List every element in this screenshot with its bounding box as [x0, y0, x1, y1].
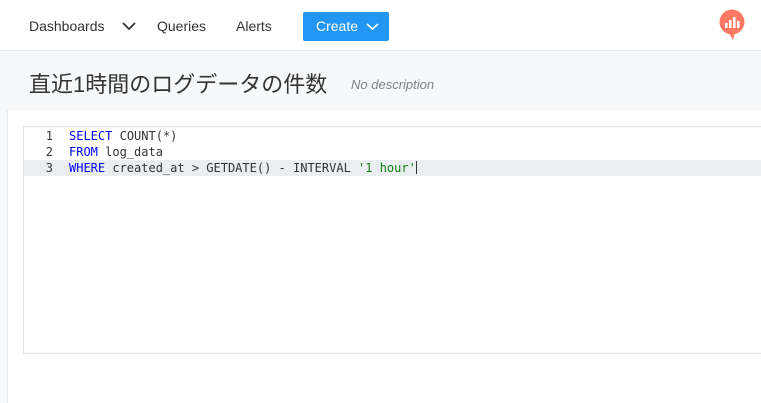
code-token: log_data	[97, 145, 163, 159]
line-number: 2	[45, 145, 53, 159]
query-header: 直近1時間のログデータの件数 No description	[0, 51, 761, 110]
editor-line[interactable]: 2 FROM log_data	[24, 144, 761, 160]
create-button-label: Create	[316, 18, 359, 34]
chevron-down-icon	[366, 23, 379, 31]
code-text: FROM log_data	[69, 144, 163, 160]
code-token: SELECT	[69, 129, 113, 143]
line-number: 3	[45, 161, 53, 175]
nav-dashboards[interactable]: Dashboards	[29, 18, 105, 34]
nav-alerts[interactable]: Alerts	[236, 18, 272, 34]
page-title[interactable]: 直近1時間のログデータの件数	[29, 67, 327, 99]
code-text: WHERE created_at > GETDATE() - INTERVAL …	[69, 160, 417, 176]
chevron-down-icon[interactable]	[121, 20, 137, 32]
code-token: >	[191, 161, 200, 175]
code-token: WHERE	[69, 161, 106, 175]
code-token: '1 hour'	[358, 161, 416, 175]
code-token: (*)	[155, 129, 178, 143]
editor-line[interactable]: 3 WHERE created_at > GETDATE() - INTERVAL…	[24, 160, 761, 176]
code-token: FROM	[69, 145, 98, 159]
code-text: SELECT COUNT(*)	[69, 128, 177, 144]
create-button[interactable]: Create	[303, 12, 389, 41]
nav-queries[interactable]: Queries	[157, 18, 206, 34]
query-editor[interactable]: 1 SELECT COUNT(*) 2 FROM log_data 3 WHERE cre…	[23, 126, 761, 354]
code-token: INTERVAL	[285, 161, 359, 175]
query-description[interactable]: No description	[351, 77, 434, 92]
editor-line[interactable]: 1 SELECT COUNT(*)	[24, 128, 761, 144]
code-token: created_at	[105, 161, 192, 175]
line-number: 1	[45, 129, 53, 143]
redash-logo-icon[interactable]	[718, 9, 746, 41]
code-token: COUNT	[119, 129, 156, 143]
text-cursor	[415, 161, 417, 174]
top-navbar: Dashboards Queries Alerts Create	[0, 0, 761, 51]
code-token: -	[278, 161, 286, 175]
code-token: GETDATE()	[199, 161, 279, 175]
